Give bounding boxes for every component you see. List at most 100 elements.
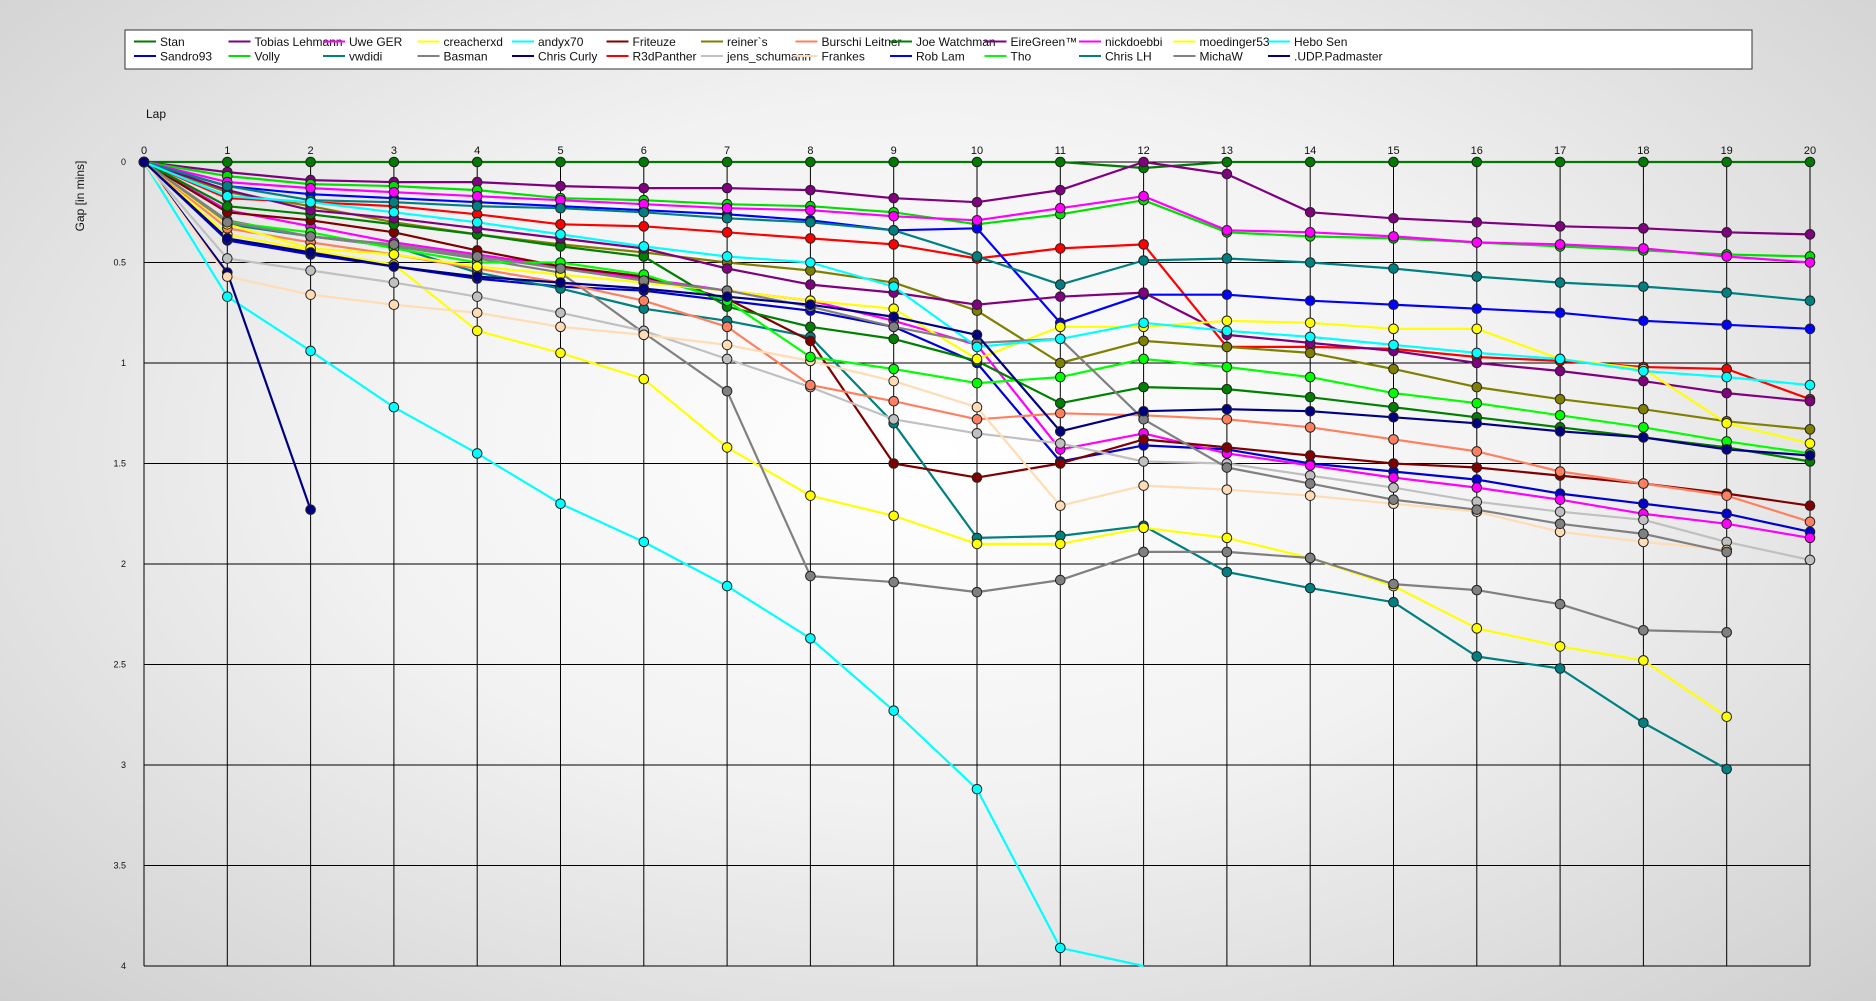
data-point [638,241,650,252]
data-point [638,373,650,385]
data-point [471,325,483,337]
data-point [971,377,983,389]
data-point [805,257,816,268]
data-point [971,353,983,365]
data-point [555,180,566,192]
data-point [1055,333,1066,345]
data-point [1221,442,1233,453]
data-point [138,156,150,168]
data-point [1304,490,1316,501]
data-point [805,279,816,290]
data-point [1638,281,1649,292]
data-point [1055,243,1066,254]
legend-label: Hebo Sen [1294,35,1347,49]
data-point [1304,405,1316,417]
data-point [721,202,733,214]
data-point [1471,462,1483,473]
data-point [1471,357,1483,369]
data-point [888,413,900,425]
data-point [388,196,400,208]
data-point [1221,566,1233,578]
data-point [555,156,566,168]
data-point [1388,411,1399,423]
data-point [888,395,900,407]
legend-label: EireGreen™ [1011,35,1078,49]
data-point [1471,237,1483,248]
data-point [888,210,900,222]
x-tick-label: 19 [1721,145,1733,157]
data-point [1554,663,1566,674]
data-point [1721,227,1732,238]
data-point [1055,156,1066,168]
data-point [1471,156,1483,168]
x-tick-label: 14 [1304,145,1316,157]
data-point [1388,472,1399,483]
data-point [1055,438,1066,449]
data-point [1055,574,1066,586]
data-point [1138,546,1149,558]
x-tick-label: 10 [971,145,983,157]
data-point [1804,532,1816,544]
data-point [1804,424,1816,435]
legend-label: Volly [255,50,280,64]
data-point [1471,347,1483,359]
x-tick-label: 15 [1387,145,1399,157]
data-point [805,335,816,347]
data-point [1221,156,1233,168]
data-point [888,458,900,469]
data-point [1055,291,1066,302]
data-point [1554,307,1566,319]
data-point [1304,371,1316,383]
data-point [1138,255,1149,266]
data-point [471,448,483,459]
data-point [1471,584,1483,596]
data-point [1055,279,1066,290]
x-tick-label: 4 [474,145,480,157]
data-point [1388,363,1399,375]
x-tick-label: 9 [891,145,897,157]
data-point [1804,516,1816,528]
data-point [1138,405,1149,417]
data-point [1304,582,1316,594]
data-point [1055,321,1066,333]
data-point [1554,426,1566,437]
data-point [1804,257,1816,268]
data-point [1471,623,1483,634]
data-point [1221,315,1233,327]
data-point [555,321,566,333]
data-point [1721,518,1732,530]
data-point [1471,482,1483,493]
legend-label: moedinger53 [1200,35,1270,49]
x-tick-label: 2 [308,145,314,157]
data-point [721,263,733,274]
data-point [1304,317,1316,329]
data-point [1388,212,1399,224]
data-point [721,156,733,168]
x-tick-label: 17 [1554,145,1566,157]
data-point [1388,323,1399,335]
gap-chart-svg: StanSandro93Tobias LehmannVollyUwe GERvw… [73,29,1816,971]
data-point [222,233,233,244]
data-point [1554,466,1566,477]
data-point [1804,156,1816,168]
x-axis-title: Lap [146,107,166,121]
data-point [1804,450,1816,461]
data-point [1471,323,1483,335]
data-point [388,277,400,288]
data-point [1721,490,1732,501]
x-tick-label: 8 [807,145,813,157]
data-point [1804,295,1816,306]
data-point [1638,717,1649,729]
legend-label: Frankes [822,50,865,64]
data-point [1055,371,1066,383]
data-point [1221,532,1233,544]
data-point [1388,387,1399,399]
x-tick-label: 3 [391,145,397,157]
data-point [1721,287,1732,298]
data-point [555,307,566,319]
data-point [971,196,983,208]
data-point [971,401,983,413]
data-point [555,347,566,359]
data-point [1804,323,1816,335]
data-point [1388,156,1399,168]
